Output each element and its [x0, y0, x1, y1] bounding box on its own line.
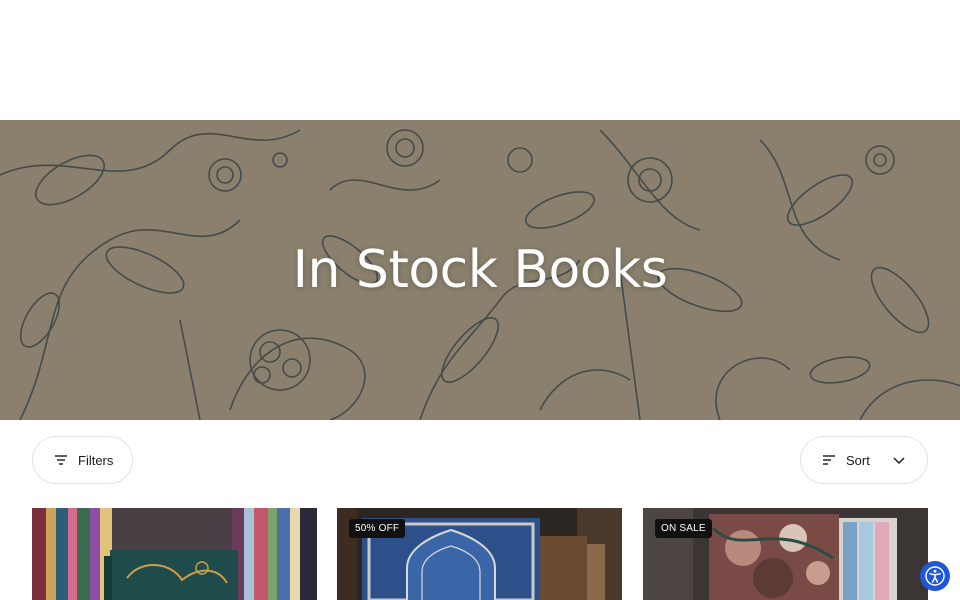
header-area	[0, 0, 960, 120]
filter-lines-icon	[54, 453, 68, 467]
sort-lines-icon	[822, 453, 836, 467]
sort-dropdown[interactable]: Sort	[800, 436, 928, 484]
product-card[interactable]: 50% OFF	[337, 508, 622, 600]
product-badge: ON SALE	[655, 519, 712, 538]
accessibility-icon	[925, 566, 945, 586]
collection-toolbar: Filters Sort	[0, 436, 960, 484]
chevron-down-icon	[891, 453, 907, 469]
product-card[interactable]: ON SALE	[643, 508, 928, 600]
filters-label: Filters	[78, 452, 114, 468]
product-badge: 50% OFF	[349, 519, 406, 538]
sort-label: Sort	[846, 452, 870, 468]
collection-hero-banner: In Stock Books	[0, 120, 960, 420]
product-image	[32, 508, 317, 600]
product-grid: 50% OFF ON SALE	[0, 508, 960, 600]
page-title: In Stock Books	[292, 240, 668, 300]
accessibility-button[interactable]	[920, 561, 950, 591]
product-card[interactable]	[32, 508, 317, 600]
filters-button[interactable]: Filters	[32, 436, 133, 484]
